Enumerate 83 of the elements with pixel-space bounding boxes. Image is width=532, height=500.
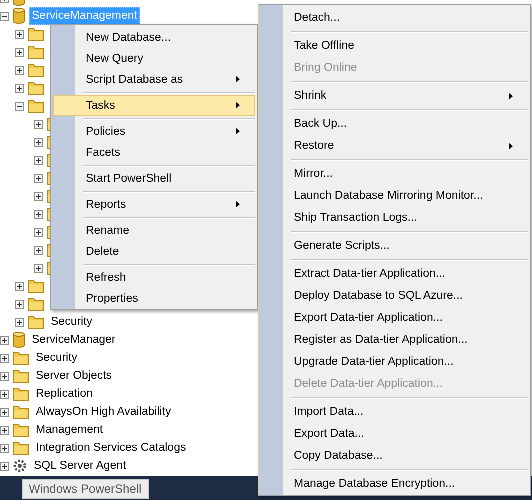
menu-item[interactable]: Properties	[53, 288, 255, 309]
tree-item[interactable]: Replication	[33, 385, 96, 403]
expand-icon[interactable]	[15, 30, 24, 38]
tree-item[interactable]: SQL Server Agent	[31, 457, 130, 475]
folder-icon	[13, 388, 29, 400]
menu-item[interactable]: Back Up...	[261, 113, 528, 135]
expand-icon[interactable]	[34, 120, 43, 128]
menu-item[interactable]: New Query	[53, 48, 255, 69]
menu-item[interactable]: Reports	[53, 194, 255, 215]
expand-icon[interactable]	[0, 336, 9, 344]
folder-icon	[28, 46, 44, 58]
expand-icon[interactable]	[0, 354, 9, 362]
database-icon	[13, 332, 25, 348]
menu-item[interactable]: Ship Transaction Logs...	[261, 207, 528, 229]
menu-item[interactable]: Upgrade Data-tier Application...	[261, 351, 528, 373]
menu-item[interactable]: Deploy Database to SQL Azure...	[261, 285, 528, 307]
expand-icon[interactable]	[0, 372, 9, 380]
expand-icon[interactable]	[34, 138, 43, 146]
expand-icon[interactable]	[15, 48, 24, 56]
expand-icon[interactable]	[0, 444, 9, 452]
tree-item[interactable]: Integration Services Catalogs	[33, 439, 190, 457]
menu-item[interactable]: Script Database as	[53, 69, 255, 90]
menu-item[interactable]: Copy Database...	[261, 445, 528, 467]
folder-icon	[13, 424, 29, 436]
menu-item[interactable]: Rename	[53, 220, 255, 241]
menu-item[interactable]: Facets	[53, 142, 255, 163]
tree-item[interactable]: Management	[33, 421, 106, 439]
menu-item[interactable]: Detach...	[261, 7, 528, 29]
expand-icon[interactable]	[15, 282, 24, 290]
tree-item[interactable]: ServiceManager	[29, 331, 119, 349]
menu-item[interactable]: Extract Data-tier Application...	[261, 263, 528, 285]
collapse-icon[interactable]	[0, 12, 9, 20]
menu-item[interactable]: Launch Database Mirroring Monitor...	[261, 185, 528, 207]
collapse-icon[interactable]	[15, 102, 24, 110]
menu-item[interactable]: Import Data...	[261, 401, 528, 423]
folder-icon	[28, 316, 44, 328]
menu-item[interactable]: Delete	[53, 241, 255, 262]
menu-item[interactable]: Manage Database Encryption...	[261, 473, 528, 495]
menu-item[interactable]: Refresh	[53, 267, 255, 288]
folder-icon	[28, 28, 44, 40]
menu-item[interactable]: Tasks	[53, 95, 255, 116]
folder-icon	[28, 64, 44, 76]
menu-item[interactable]: Mirror...	[261, 163, 528, 185]
folder-icon	[28, 280, 44, 292]
menu-item[interactable]: Export Data...	[261, 423, 528, 445]
expand-icon[interactable]	[15, 84, 24, 92]
expand-icon[interactable]	[15, 318, 24, 326]
menu-item[interactable]: Take Offline	[261, 35, 528, 57]
menu-item[interactable]: New Database...	[53, 27, 255, 48]
expand-icon[interactable]	[34, 156, 43, 164]
menu-item[interactable]: Restore	[261, 135, 528, 157]
expand-icon[interactable]	[0, 408, 9, 416]
expand-icon[interactable]	[34, 228, 43, 236]
expand-icon[interactable]	[15, 300, 24, 308]
database-icon	[13, 8, 25, 24]
menu-item[interactable]: Policies	[53, 121, 255, 142]
menu-item[interactable]: Start PowerShell	[53, 168, 255, 189]
folder-icon	[28, 82, 44, 94]
tree-item[interactable]: Server Objects	[33, 367, 116, 385]
menu-item[interactable]: Generate Scripts...	[261, 235, 528, 257]
expand-icon[interactable]	[34, 246, 43, 254]
menu-item[interactable]: Export Data-tier Application...	[261, 307, 528, 329]
folder-icon	[13, 352, 29, 364]
expand-icon[interactable]	[0, 462, 9, 470]
expand-icon[interactable]	[34, 192, 43, 200]
gear-icon	[13, 459, 27, 473]
tree-item[interactable]: Security	[48, 313, 96, 331]
menu-item[interactable]: Register as Data-tier Application...	[261, 329, 528, 351]
tooltip: Windows PowerShell	[22, 479, 149, 499]
tree-item[interactable]: Security	[33, 349, 81, 367]
expand-icon[interactable]	[34, 264, 43, 272]
expand-icon[interactable]	[0, 426, 9, 434]
folder-icon	[13, 442, 29, 454]
expand-icon[interactable]	[15, 66, 24, 74]
expand-icon[interactable]	[34, 174, 43, 182]
tree-item[interactable]: AlwaysOn High Availability	[33, 403, 174, 421]
folder-icon	[13, 370, 29, 382]
menu-item[interactable]: Shrink	[261, 85, 528, 107]
expand-icon[interactable]	[34, 210, 43, 218]
folder-icon	[13, 406, 29, 418]
folder-icon	[28, 298, 44, 310]
expand-icon[interactable]	[0, 390, 9, 398]
folder-icon	[28, 100, 44, 112]
